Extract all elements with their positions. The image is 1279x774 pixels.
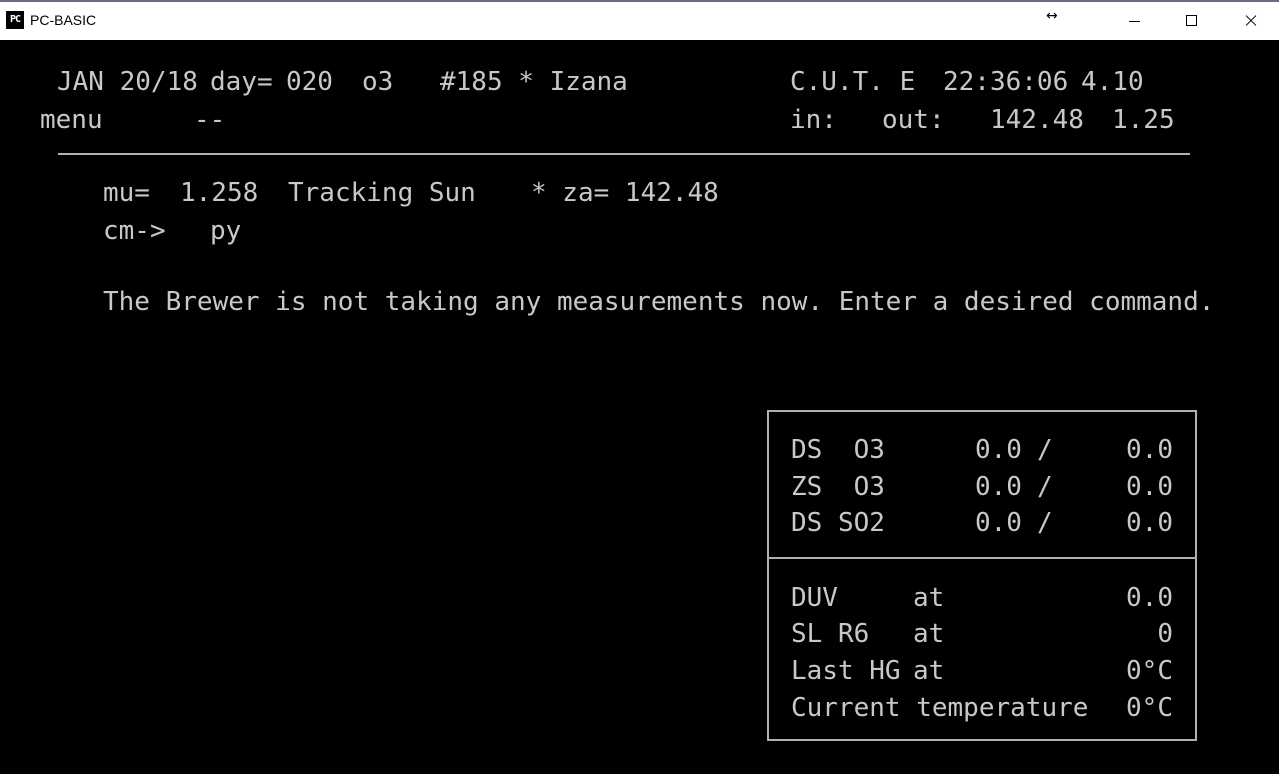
- maximize-button[interactable]: [1163, 2, 1221, 40]
- ds-so2-separator: /: [1037, 508, 1053, 538]
- zenith-angle: * za= 142.48: [531, 178, 719, 208]
- sl-r6-at: at: [913, 619, 945, 649]
- panel-divider: [769, 557, 1195, 559]
- header-divider: [58, 153, 1190, 155]
- header-day-value: 020: [286, 67, 333, 97]
- current-temperature-label: Current temperature: [791, 693, 1089, 723]
- ds-o3-value-2: 0.0: [1126, 435, 1173, 465]
- last-hg-label: Last HG: [791, 656, 901, 686]
- menu-value: --: [194, 105, 226, 135]
- zs-o3-value-2: 0.0: [1126, 472, 1173, 502]
- app-icon: PC: [6, 11, 24, 29]
- zs-o3-separator: /: [1037, 472, 1053, 502]
- ds-so2-value-2: 0.0: [1126, 508, 1173, 538]
- ds-o3-separator: /: [1037, 435, 1053, 465]
- menu-label: menu: [40, 105, 103, 135]
- mu-value: 1.258: [180, 178, 259, 208]
- header-o3: o3: [362, 67, 394, 97]
- ds-so2-value-1: 0.0: [975, 508, 1022, 538]
- header-version: 4.10: [1081, 67, 1144, 97]
- ds-o3-value-1: 0.0: [975, 435, 1022, 465]
- header-time: 22:36:06: [943, 67, 1069, 97]
- window-title: PC-BASIC: [30, 12, 97, 28]
- out-label: out:: [882, 105, 945, 135]
- zs-o3-value-1: 0.0: [975, 472, 1022, 502]
- out-value-2: 1.25: [1112, 105, 1175, 135]
- zs-o3-label: ZS O3: [791, 472, 885, 502]
- current-temperature-value: 0°C: [1126, 693, 1173, 723]
- header-date: JAN 20/18: [57, 67, 198, 97]
- last-hg-value: 0°C: [1126, 656, 1173, 686]
- duv-value: 0.0: [1126, 583, 1173, 613]
- duv-at: at: [913, 583, 945, 613]
- header-station: #185 * Izana: [440, 67, 628, 97]
- close-button[interactable]: [1221, 2, 1279, 40]
- last-hg-at: at: [913, 656, 945, 686]
- in-label: in:: [790, 105, 837, 135]
- ds-so2-label: DS SO2: [791, 508, 885, 538]
- title-bar: PC PC-BASIC ↔: [0, 0, 1279, 40]
- header-day-label: day=: [210, 67, 273, 97]
- duv-label: DUV: [791, 583, 838, 613]
- mu-label: mu=: [103, 178, 150, 208]
- command-prompt[interactable]: cm->: [103, 213, 166, 249]
- sl-r6-label: SL R6: [791, 619, 870, 649]
- minimize-button[interactable]: [1105, 2, 1163, 40]
- resize-icon[interactable]: ↔: [1046, 8, 1058, 24]
- sl-r6-value: 0: [1157, 619, 1173, 649]
- header-cut: C.U.T. E: [790, 67, 916, 97]
- ds-o3-label: DS O3: [791, 435, 885, 465]
- summary-panel: DS O3 0.0 / 0.0 ZS O3 0.0 / 0.0 DS SO2 0…: [767, 410, 1197, 741]
- command-input[interactable]: py: [210, 213, 241, 249]
- tracking-status: Tracking Sun: [288, 178, 476, 208]
- out-value: 142.48: [990, 105, 1084, 135]
- status-message: The Brewer is not taking any measurement…: [103, 287, 1215, 317]
